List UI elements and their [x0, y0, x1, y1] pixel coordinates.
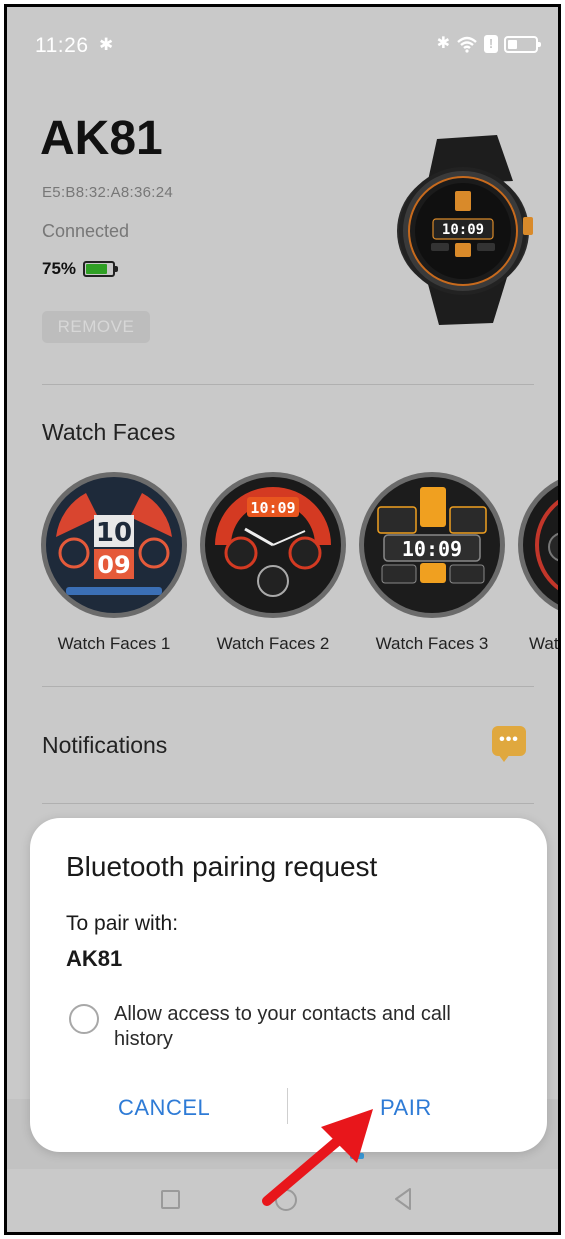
divider — [42, 686, 534, 687]
battery-icon — [83, 261, 119, 277]
watch-face-thumbnail: 10:09 — [359, 472, 505, 618]
svg-text:10:09: 10:09 — [250, 499, 295, 517]
contacts-access-radio[interactable] — [69, 1004, 99, 1034]
pair-button[interactable]: PAIR — [380, 1090, 440, 1126]
chat-bubble-icon[interactable]: ••• — [492, 726, 526, 762]
cancel-button[interactable]: CANCEL — [118, 1090, 218, 1126]
watch-face-label: Watch Faces 3 — [375, 634, 489, 653]
status-battery-icon — [504, 35, 541, 53]
device-mac-address: E5:B8:32:A8:36:24 — [42, 184, 174, 201]
svg-text:10: 10 — [96, 518, 132, 548]
recents-button[interactable] — [161, 1190, 180, 1209]
red-arrow-annotation — [262, 1109, 373, 1206]
watch-face-label: Watch Faces 1 — [57, 634, 171, 653]
screen-frame: 11:26 ✱ ✱ ! AK81 E5:B8:32:A8:36:24 Conne… — [4, 4, 561, 1235]
watch-face-item[interactable]: 10 09 Watch Faces 1 — [41, 472, 191, 654]
status-time: 11:26 — [35, 34, 89, 57]
pairing-dialog: Bluetooth pairing request To pair with: … — [30, 818, 547, 1152]
svg-text:10:09: 10:09 — [442, 222, 484, 238]
notifications-title[interactable]: Notifications — [42, 732, 167, 759]
watch-face-item[interactable]: 10:09 Watch Faces 3 — [359, 472, 509, 654]
watch-face-label: Watch Faces 2 — [216, 634, 330, 653]
svg-text:09: 09 — [97, 551, 130, 579]
watch-face-item[interactable]: Watc — [518, 472, 559, 654]
device-name: AK81 — [40, 112, 163, 165]
watch-face-thumbnail — [518, 472, 558, 618]
dialog-subtitle: To pair with: — [66, 912, 179, 935]
watch-face-label: Watc — [529, 634, 559, 653]
smartwatch-image: 10:09 — [397, 135, 533, 325]
watch-faces-list: 10 09 Watch Faces 1 10:09 Watch Faces 2 … — [41, 472, 559, 672]
back-button[interactable] — [393, 1187, 413, 1211]
watch-face-item[interactable]: 10:09 Watch Faces 2 — [200, 472, 350, 654]
dialog-title: Bluetooth pairing request — [66, 851, 378, 882]
connection-status: Connected — [42, 221, 130, 241]
watch-face-thumbnail: 10 09 — [41, 472, 187, 618]
contacts-access-label[interactable]: Allow access to your contacts and call h… — [114, 1002, 514, 1052]
divider — [42, 803, 534, 804]
bluetooth-status-icon: ✱ — [99, 35, 114, 54]
battery-percent: 75% — [42, 259, 77, 278]
svg-text:10:09: 10:09 — [402, 537, 462, 561]
alert-icon: ! — [484, 35, 498, 53]
watch-face-thumbnail: 10:09 — [200, 472, 346, 618]
device-battery: 75% — [42, 259, 119, 279]
watch-faces-title: Watch Faces — [42, 419, 176, 445]
bluetooth-icon: ✱ — [436, 35, 450, 52]
status-icons: ✱ ! — [436, 35, 541, 53]
dialog-device-name: AK81 — [66, 946, 123, 971]
remove-button[interactable]: REMOVE — [42, 311, 150, 343]
status-bar: 11:26 ✱ ✱ ! — [7, 7, 558, 83]
wifi-icon — [457, 36, 477, 53]
divider — [42, 384, 534, 385]
